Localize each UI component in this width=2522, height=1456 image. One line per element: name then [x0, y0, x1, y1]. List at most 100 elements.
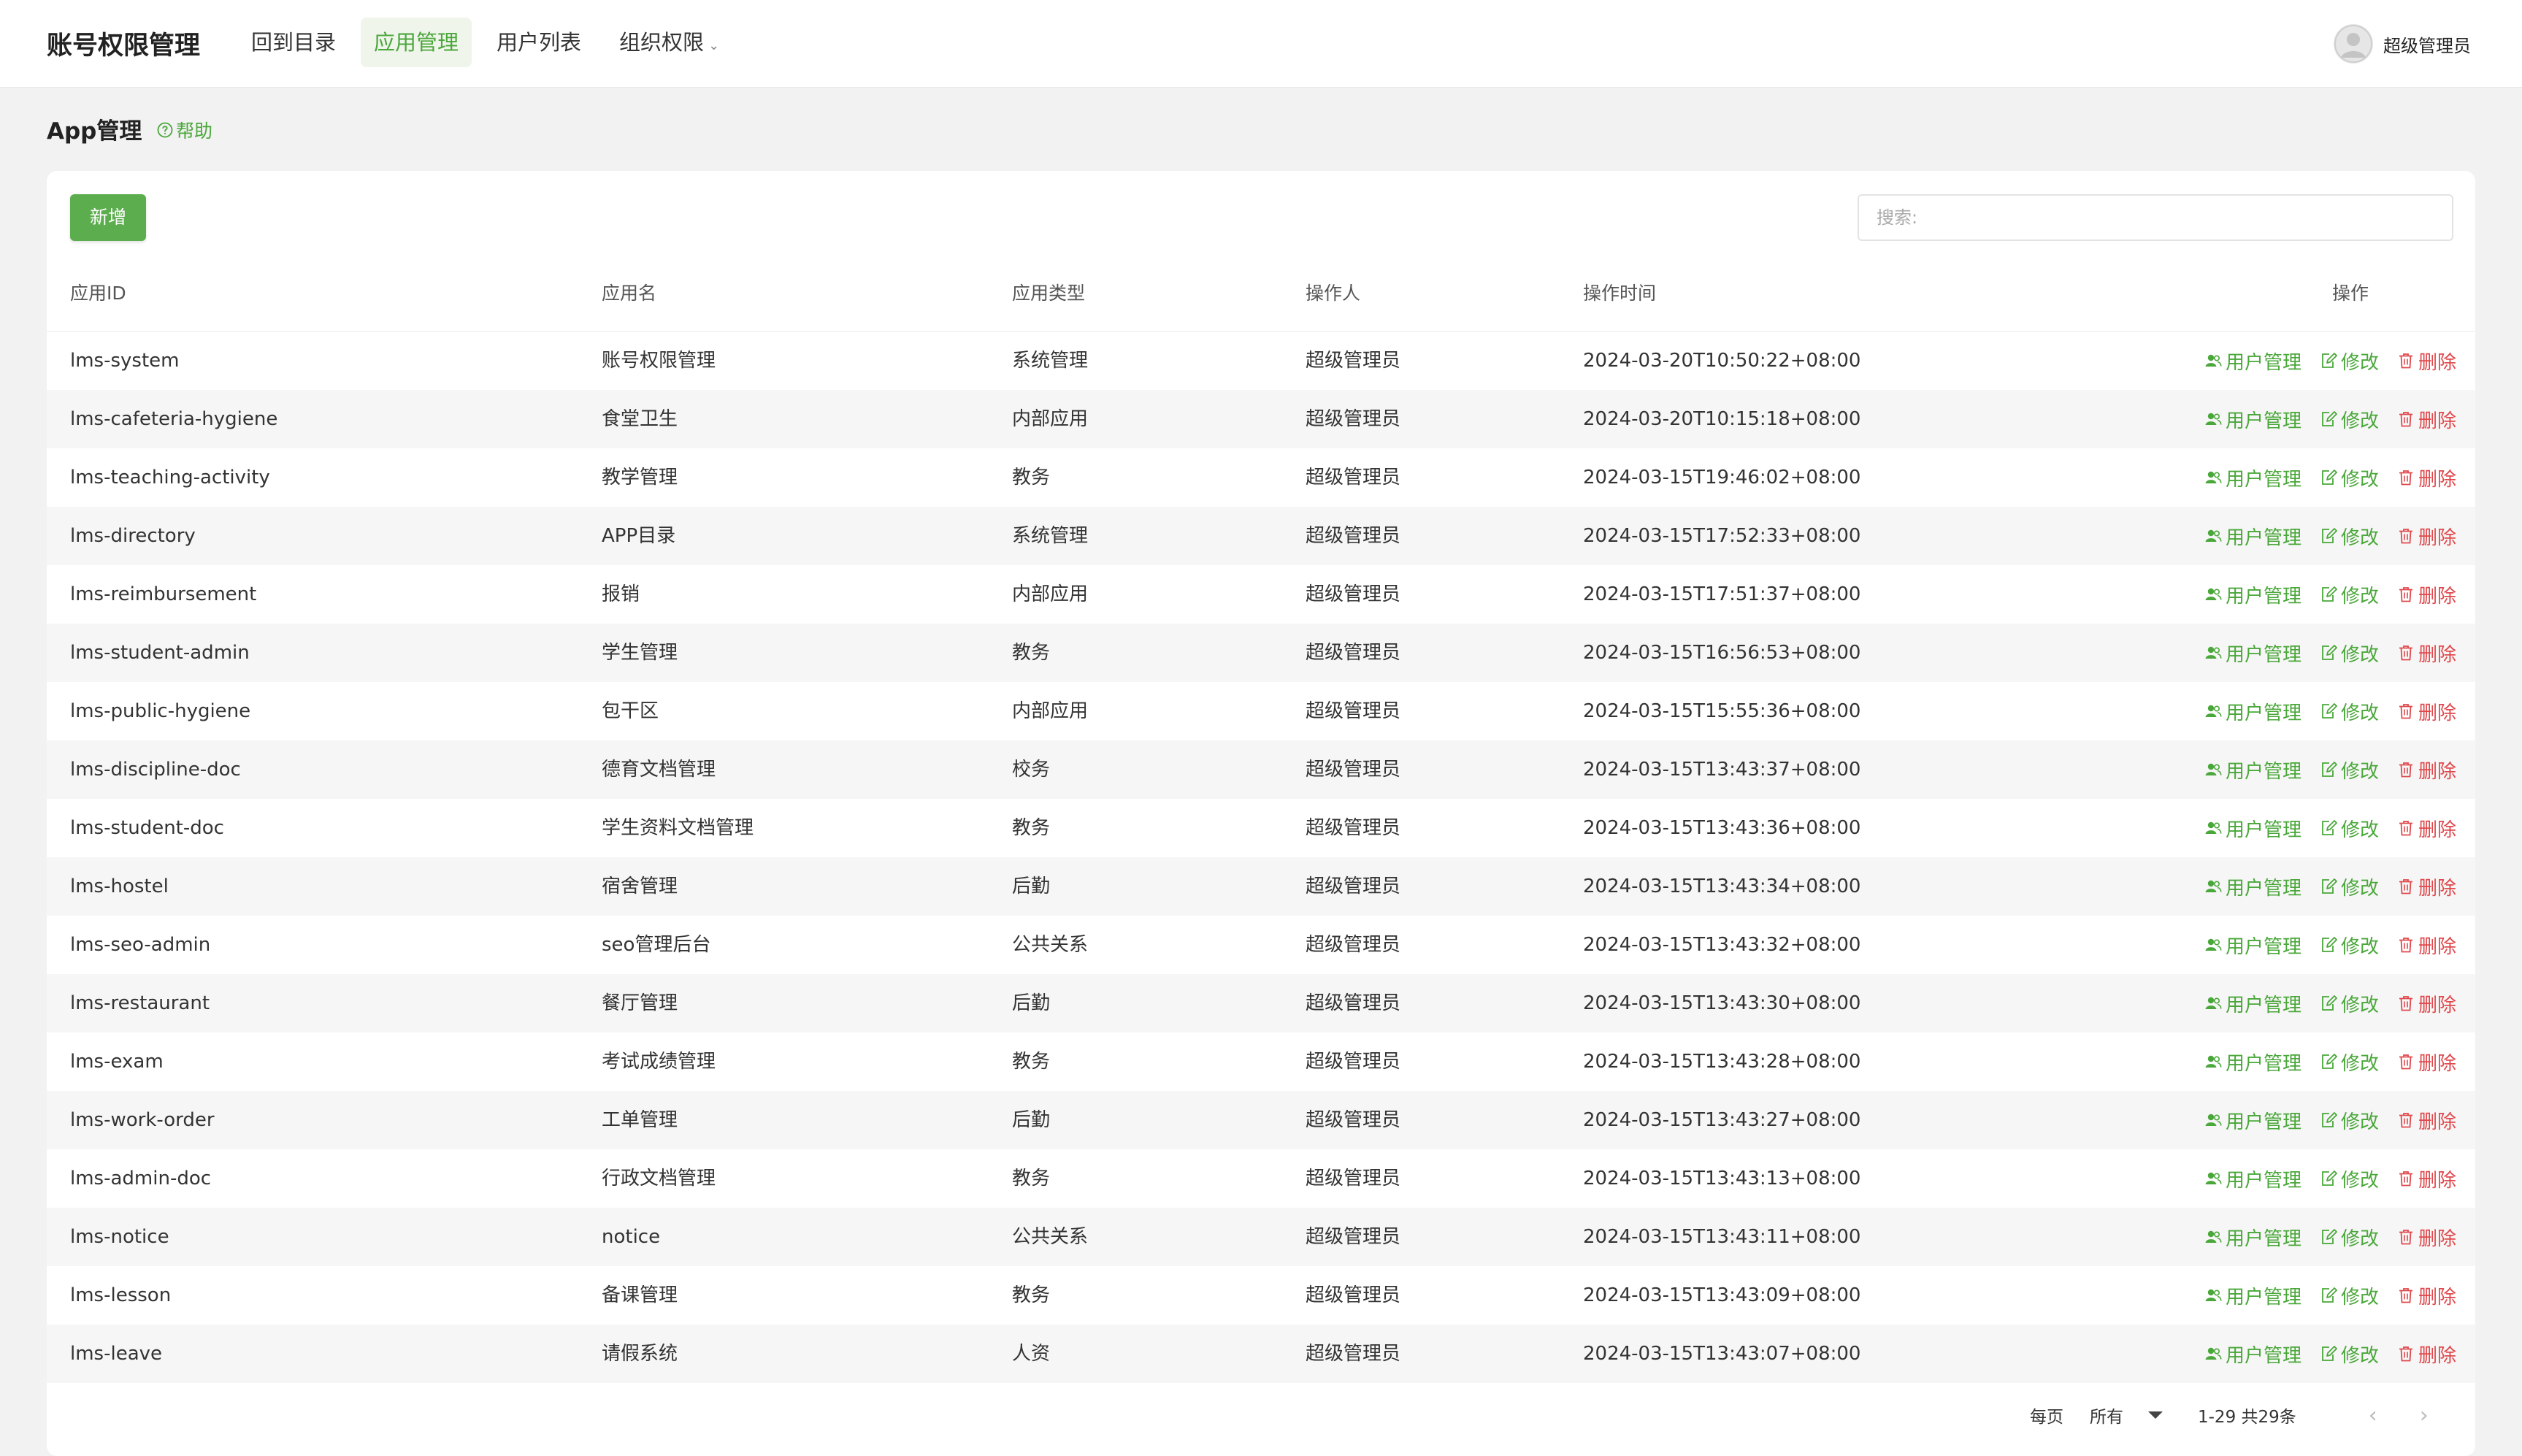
delete-button[interactable]: 删除	[2396, 873, 2456, 900]
column-header-app-type[interactable]: 应用类型	[1012, 256, 1085, 332]
delete-button[interactable]: 删除	[2396, 1282, 2456, 1309]
users-icon	[2205, 938, 2222, 951]
search-input[interactable]	[1858, 194, 2453, 241]
cell-app-id: lms-discipline-doc	[70, 759, 241, 781]
edit-button[interactable]: 修改	[2319, 523, 2379, 550]
action-label: 用户管理	[2225, 643, 2301, 666]
per-page-select[interactable]: 所有	[2090, 1403, 2163, 1428]
edit-icon	[2322, 411, 2337, 426]
delete-button[interactable]: 删除	[2396, 815, 2456, 842]
edit-button[interactable]: 修改	[2319, 1224, 2379, 1251]
users-icon	[2205, 1230, 2222, 1243]
nav-item-back-to-directory[interactable]: 回到目录	[238, 18, 349, 67]
nav-item-user-list[interactable]: 用户列表	[483, 18, 594, 67]
edit-icon	[2322, 1346, 2337, 1361]
delete-button[interactable]: 删除	[2396, 756, 2456, 783]
edit-button[interactable]: 修改	[2319, 640, 2379, 667]
delete-button[interactable]: 删除	[2396, 932, 2456, 959]
user-management-button[interactable]: 用户管理	[2204, 932, 2301, 959]
edit-button[interactable]: 修改	[2319, 1049, 2379, 1076]
edit-button[interactable]: 修改	[2319, 1107, 2379, 1134]
page-range: 1-29 共29条	[2198, 1403, 2296, 1428]
trash-icon	[2399, 587, 2412, 602]
user-management-button[interactable]: 用户管理	[2204, 1049, 2301, 1076]
delete-button[interactable]: 删除	[2396, 990, 2456, 1017]
row-actions: 用户管理 修改 删除	[2186, 740, 2456, 799]
edit-button[interactable]: 修改	[2319, 932, 2379, 959]
edit-button[interactable]: 修改	[2319, 990, 2379, 1017]
cell-app-name: 宿舍管理	[602, 875, 678, 897]
user-management-button[interactable]: 用户管理	[2204, 1282, 2301, 1309]
delete-button[interactable]: 删除	[2396, 1341, 2456, 1368]
edit-button[interactable]: 修改	[2319, 464, 2379, 491]
user-management-button[interactable]: 用户管理	[2204, 873, 2301, 900]
column-header-app-name[interactable]: 应用名	[602, 256, 656, 332]
edit-button[interactable]: 修改	[2319, 698, 2379, 725]
edit-button[interactable]: 修改	[2319, 756, 2379, 783]
column-header-operation-time[interactable]: 操作时间	[1583, 256, 1656, 332]
user-management-button[interactable]: 用户管理	[2204, 1165, 2301, 1192]
cell-app-id: lms-leave	[70, 1343, 163, 1365]
action-label: 删除	[2418, 702, 2456, 724]
user-management-button[interactable]: 用户管理	[2204, 406, 2301, 433]
user-management-button[interactable]: 用户管理	[2204, 581, 2301, 608]
column-header-operator[interactable]: 操作人	[1306, 256, 1360, 332]
delete-button[interactable]: 删除	[2396, 523, 2456, 550]
user-management-button[interactable]: 用户管理	[2204, 756, 2301, 783]
delete-button[interactable]: 删除	[2396, 581, 2456, 608]
help-link[interactable]: 帮助	[156, 117, 212, 143]
delete-button[interactable]: 删除	[2396, 406, 2456, 433]
delete-button[interactable]: 删除	[2396, 1049, 2456, 1076]
delete-button[interactable]: 删除	[2396, 464, 2456, 491]
edit-button[interactable]: 修改	[2319, 1165, 2379, 1192]
user-management-button[interactable]: 用户管理	[2204, 990, 2301, 1017]
user-management-button[interactable]: 用户管理	[2204, 348, 2301, 375]
next-page-icon[interactable]: ›	[2406, 1403, 2442, 1428]
edit-button[interactable]: 修改	[2319, 581, 2379, 608]
user-management-button[interactable]: 用户管理	[2204, 815, 2301, 842]
user-management-button[interactable]: 用户管理	[2204, 698, 2301, 725]
edit-button[interactable]: 修改	[2319, 406, 2379, 433]
action-label: 删除	[2418, 1169, 2456, 1192]
delete-button[interactable]: 删除	[2396, 698, 2456, 725]
cell-app-type: 系统管理	[1012, 525, 1089, 547]
action-label: 修改	[2340, 819, 2379, 841]
delete-button[interactable]: 删除	[2396, 348, 2456, 375]
cell-operation-time: 2024-03-15T13:43:13+08:00	[1583, 1168, 1861, 1189]
add-app-button[interactable]: 新增	[70, 194, 146, 241]
delete-button[interactable]: 删除	[2396, 1224, 2456, 1251]
user-management-button[interactable]: 用户管理	[2204, 1107, 2301, 1134]
user-management-button[interactable]: 用户管理	[2204, 1341, 2301, 1368]
edit-button[interactable]: 修改	[2319, 1341, 2379, 1368]
cell-app-type: 校务	[1012, 759, 1051, 781]
action-label: 用户管理	[2225, 351, 2301, 374]
user-management-button[interactable]: 用户管理	[2204, 523, 2301, 550]
user-management-button[interactable]: 用户管理	[2204, 640, 2301, 667]
table-row: lms-restaurant 餐厅管理 后勤 超级管理员 2024-03-15T13:4…	[47, 974, 2475, 1032]
delete-button[interactable]: 删除	[2396, 1107, 2456, 1134]
edit-button[interactable]: 修改	[2319, 1282, 2379, 1309]
users-icon	[2205, 821, 2222, 834]
prev-page-icon[interactable]: ‹	[2355, 1403, 2391, 1428]
nav-item-org-permissions[interactable]: 组织权限 ⌄	[606, 18, 732, 67]
column-header-app-id[interactable]: 应用ID	[70, 256, 126, 332]
delete-button[interactable]: 删除	[2396, 1165, 2456, 1192]
user-management-button[interactable]: 用户管理	[2204, 1224, 2301, 1251]
edit-button[interactable]: 修改	[2319, 815, 2379, 842]
nav-item-app-management[interactable]: 应用管理	[361, 18, 472, 67]
row-actions: 用户管理 修改 删除	[2186, 916, 2456, 974]
cell-app-name: 学生管理	[602, 642, 678, 664]
action-label: 用户管理	[2225, 585, 2301, 608]
user-management-button[interactable]: 用户管理	[2204, 464, 2301, 491]
users-icon	[2205, 1172, 2222, 1184]
edit-button[interactable]: 修改	[2319, 873, 2379, 900]
edit-button[interactable]: 修改	[2319, 348, 2379, 375]
action-label: 删除	[2418, 1227, 2456, 1250]
delete-button[interactable]: 删除	[2396, 640, 2456, 667]
action-label: 删除	[2418, 994, 2456, 1016]
users-icon	[2205, 1055, 2222, 1068]
cell-app-name: notice	[602, 1226, 661, 1248]
user-menu[interactable]: 超级管理员	[2334, 22, 2471, 66]
row-actions: 用户管理 修改 删除	[2186, 1091, 2456, 1149]
edit-icon	[2322, 703, 2337, 719]
